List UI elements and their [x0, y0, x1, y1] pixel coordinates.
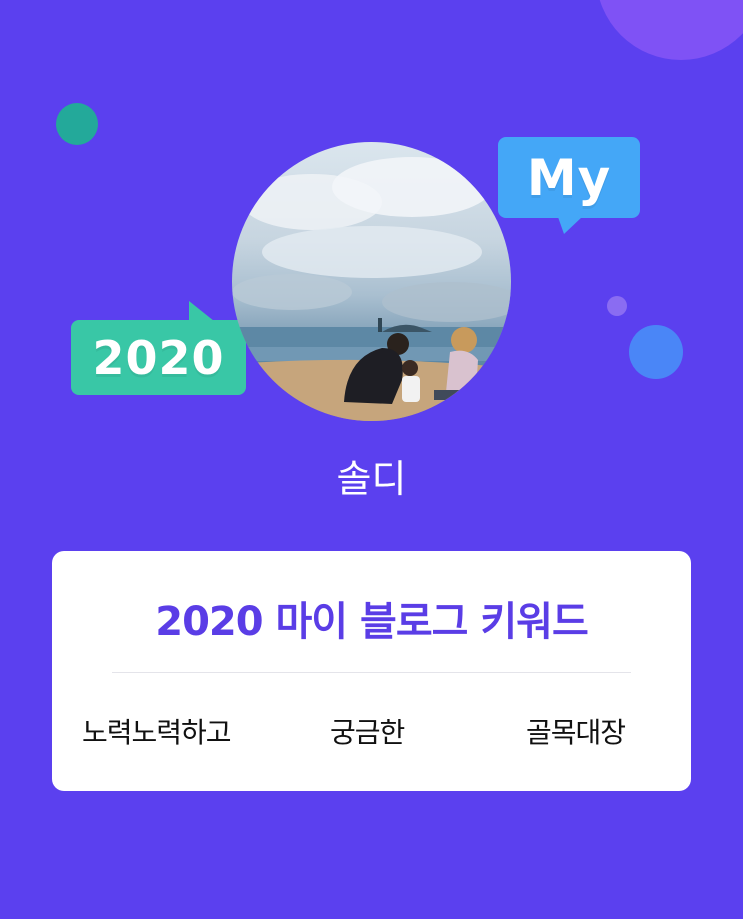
profile-photo-icon	[232, 157, 511, 421]
decorative-circle-top-right	[596, 0, 743, 60]
my-bubble-tail	[558, 217, 582, 234]
my-bubble-label: My	[526, 148, 612, 207]
keyword-item: 노력노력하고	[82, 716, 232, 749]
profile-name: 솔디	[336, 457, 407, 501]
keyword-list: 노력노력하고 궁금한 골목대장	[52, 711, 691, 755]
blog-keyword-screen: My 2020 솔디 2020 마이 블로그 키워드 노력노력하고 궁금한 골목…	[0, 0, 743, 919]
decorative-circle-small	[607, 296, 627, 316]
year-speech-bubble: 2020	[71, 301, 246, 395]
decorative-circle-blue	[629, 325, 683, 379]
card-divider	[112, 672, 631, 673]
my-speech-bubble: My	[498, 137, 640, 234]
keyword-card: 2020 마이 블로그 키워드 노력노력하고 궁금한 골목대장	[52, 551, 691, 791]
year-bubble-label: 2020	[92, 330, 225, 385]
year-bubble-tail	[189, 301, 214, 321]
keyword-item: 궁금한	[330, 716, 405, 749]
keyword-item: 골목대장	[526, 716, 626, 749]
profile-avatar	[232, 142, 511, 421]
card-title: 2020 마이 블로그 키워드	[155, 599, 589, 645]
decorative-circle-teal	[56, 103, 98, 145]
